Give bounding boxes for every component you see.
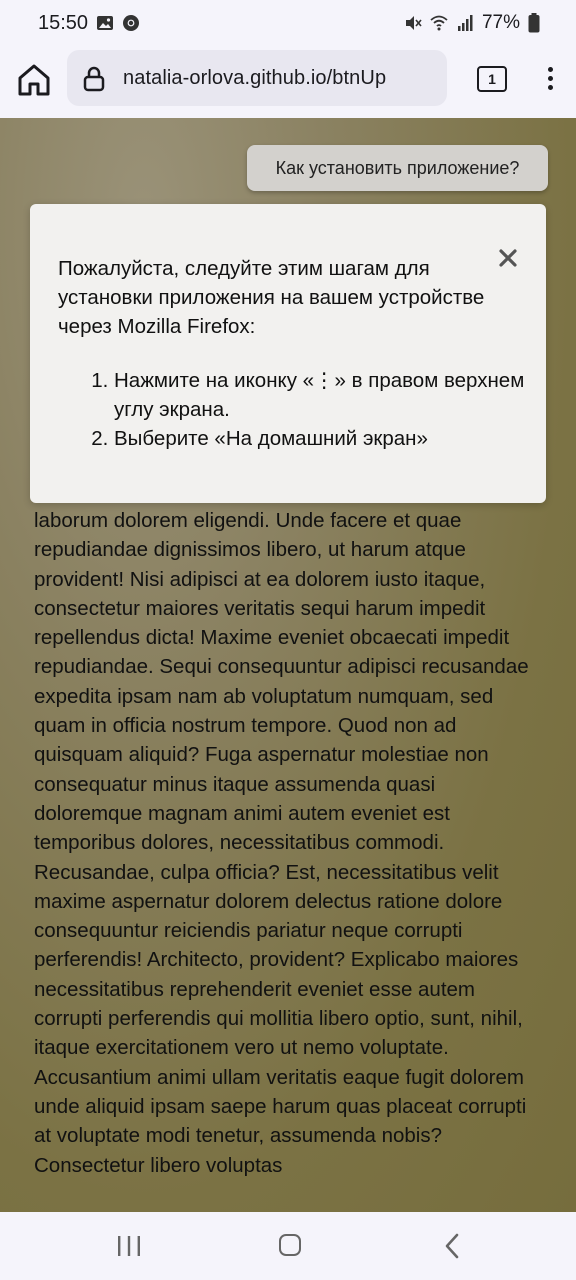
battery-percent: 77% xyxy=(481,12,520,33)
home-icon[interactable] xyxy=(279,1234,301,1256)
image-icon xyxy=(97,16,113,30)
url-bar[interactable]: natalia-orlova.github.io/btnUp xyxy=(67,50,447,106)
url-text[interactable]: natalia-orlova.github.io/btnUp xyxy=(123,67,386,90)
browser-toolbar: natalia-orlova.github.io/btnUp 1 xyxy=(0,48,576,118)
body-text: laborum dolorem eligendi. Unde facere et… xyxy=(34,509,529,1177)
tabs-button[interactable]: 1 xyxy=(477,66,507,92)
back-icon[interactable] xyxy=(442,1232,462,1260)
modal-steps: Нажмите на иконку «⋮» в правом верхнем у… xyxy=(86,366,554,453)
mute-icon xyxy=(405,16,422,30)
system-nav-bar xyxy=(0,1212,576,1280)
chrome-icon xyxy=(123,15,139,31)
install-instructions-modal: Пожалуйста, следуйте этим шагам для уста… xyxy=(30,204,546,503)
modal-intro: Пожалуйста, следуйте этим шагам для уста… xyxy=(58,257,485,338)
battery-icon xyxy=(528,13,540,33)
status-bar: 15:50 77% xyxy=(0,0,576,48)
wifi-icon xyxy=(430,15,448,31)
lock-icon[interactable] xyxy=(83,66,105,92)
modal-step: Выберите «На домашний экран» xyxy=(114,424,554,453)
install-app-button[interactable]: Как установить приложение? xyxy=(247,145,548,191)
menu-icon[interactable] xyxy=(540,64,560,94)
status-time: 15:50 xyxy=(38,12,89,34)
modal-step: Нажмите на иконку «⋮» в правом верхнем у… xyxy=(114,366,554,424)
home-icon[interactable] xyxy=(14,60,54,100)
signal-icon xyxy=(457,15,473,31)
recent-apps-icon[interactable] xyxy=(116,1234,142,1258)
close-icon[interactable] xyxy=(496,246,520,270)
